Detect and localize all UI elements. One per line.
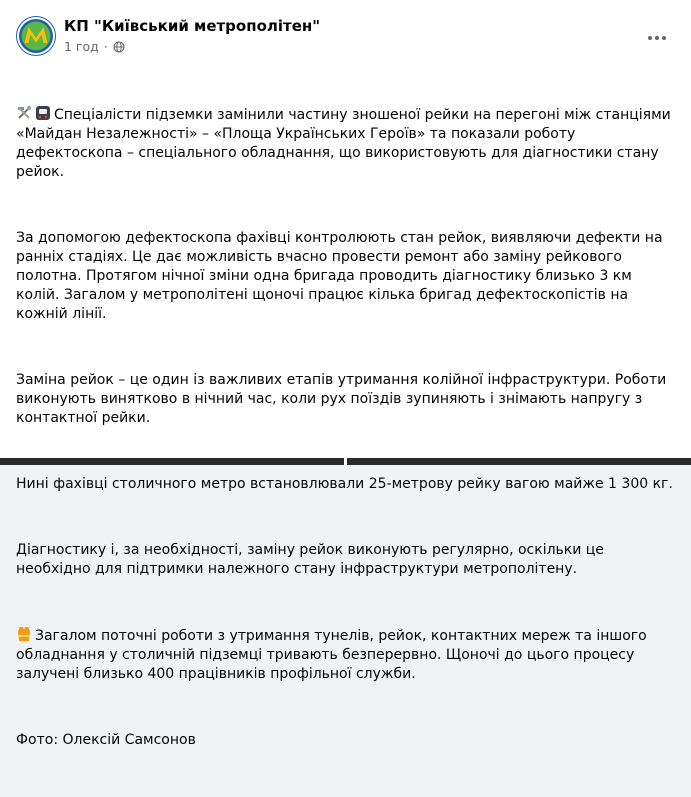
post-meta: 1 год · xyxy=(64,39,125,54)
paragraph-text: Спеціалісти підземки замінили частину зн… xyxy=(16,107,676,180)
more-horizontal-icon xyxy=(648,36,666,40)
globe-icon[interactable] xyxy=(113,40,125,53)
post-header: КП "Київський метрополітен" 1 год · xyxy=(16,12,675,62)
post-paragraph: Заміна рейок – це один із важливих етапі… xyxy=(16,371,676,428)
more-options-button[interactable] xyxy=(643,24,671,52)
metro-icon xyxy=(36,106,50,120)
post-photos xyxy=(0,458,691,465)
post-body: Спеціалісти підземки замінили частину зн… xyxy=(16,67,676,797)
page-avatar[interactable] xyxy=(16,16,56,56)
photo-credit: Фото: Олексій Самсонов xyxy=(16,731,676,750)
paragraph-text: За допомогою дефектоскопа фахівці контро… xyxy=(16,230,667,322)
post-paragraph: За допомогою дефектоскопа фахівці контро… xyxy=(16,229,676,324)
paragraph-text: Заміна рейок – це один із важливих етапі… xyxy=(16,372,671,426)
safety-vest-icon xyxy=(18,627,30,641)
post-photo[interactable] xyxy=(0,458,344,465)
facebook-post: КП "Київський метрополітен" 1 год · Спец… xyxy=(0,0,691,748)
post-time[interactable]: 1 год xyxy=(64,39,99,54)
post-paragraph: Діагностику і, за необхідності, заміну р… xyxy=(16,541,676,579)
kyiv-metro-logo-icon xyxy=(16,16,56,56)
hammer-and-wrench-icon xyxy=(18,105,32,119)
page-name[interactable]: КП "Київський метрополітен" xyxy=(64,17,320,35)
meta-separator: · xyxy=(103,39,108,54)
post-paragraph: Загалом поточні роботи з утримання тунел… xyxy=(16,626,676,684)
post-paragraph: Нині фахівці столичного метро встановлюв… xyxy=(16,475,676,494)
paragraph-text: Діагностику і, за необхідності, заміну р… xyxy=(16,542,609,577)
post-paragraph: Спеціалісти підземки замінили частину зн… xyxy=(16,105,676,182)
paragraph-text: Фото: Олексій Самсонов xyxy=(16,732,196,748)
paragraph-text: Загалом поточні роботи з утримання тунел… xyxy=(16,628,652,682)
paragraph-text: Нині фахівці столичного метро встановлюв… xyxy=(16,476,673,492)
post-photo[interactable] xyxy=(347,458,691,465)
